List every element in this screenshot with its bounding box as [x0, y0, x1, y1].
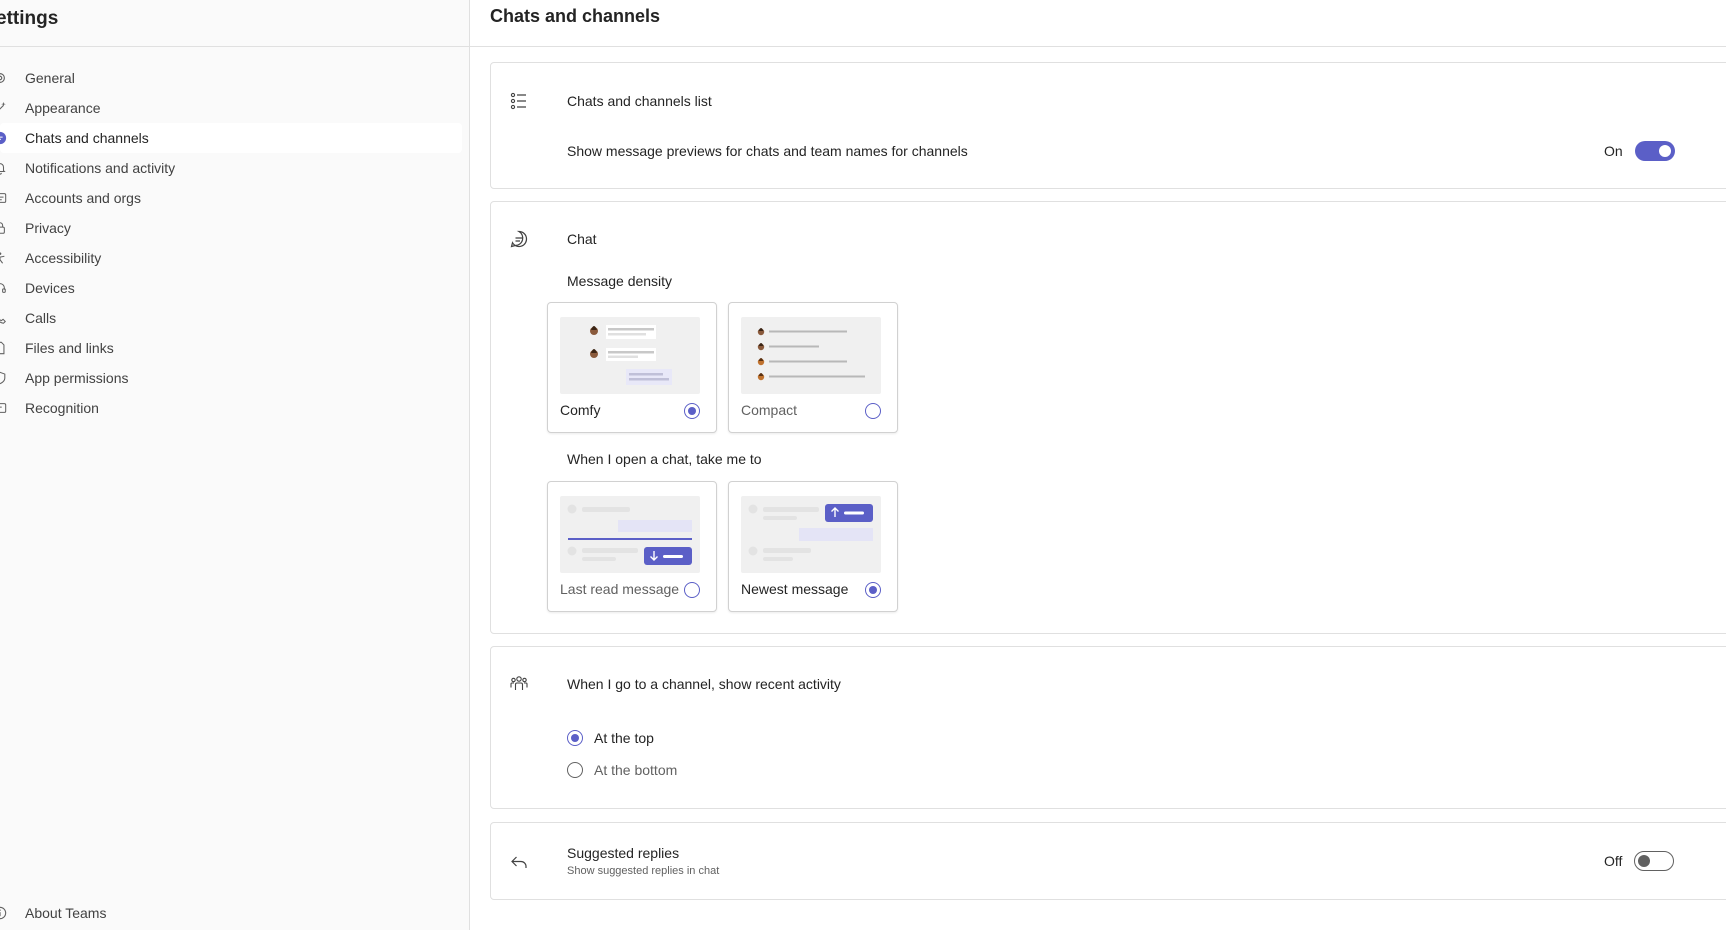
bottom-radio[interactable]	[567, 762, 583, 778]
about-section: About Teams	[0, 898, 462, 928]
section-heading: Chat	[567, 231, 597, 247]
option-label: Newest message	[741, 581, 849, 597]
channel-option-top[interactable]: At the top	[567, 730, 654, 746]
channel-option-bottom[interactable]: At the bottom	[567, 762, 677, 778]
sidebar-item-label: Chats and channels	[25, 130, 149, 146]
density-option-compact[interactable]: Compact	[728, 302, 898, 433]
last-read-preview	[560, 496, 700, 573]
sidebar-item-notifications[interactable]: Notifications and activity	[0, 153, 462, 183]
message-previews-toggle[interactable]	[1634, 141, 1675, 161]
density-option-comfy[interactable]: Comfy	[547, 302, 717, 433]
open-chat-label: When I open a chat, take me to	[567, 451, 762, 467]
magic-wand-icon	[0, 101, 7, 115]
sidebar-item-label: About Teams	[25, 905, 107, 921]
compact-radio[interactable]	[865, 403, 881, 419]
sidebar-item-label: Privacy	[25, 220, 71, 236]
reply-arrow-icon	[509, 852, 529, 872]
suggested-replies-toggle-group: Off	[1604, 851, 1675, 871]
bulleted-list-icon	[509, 91, 529, 111]
option-label: Comfy	[560, 402, 601, 418]
chat-icon	[0, 131, 7, 145]
info-icon	[0, 906, 7, 920]
people-team-icon	[509, 673, 529, 693]
sidebar-item-label: App permissions	[25, 370, 129, 386]
document-icon	[0, 341, 7, 355]
suggested-replies-toggle[interactable]	[1634, 851, 1675, 871]
sidebar-item-privacy[interactable]: Privacy	[0, 213, 462, 243]
sidebar-item-label: Notifications and activity	[25, 160, 176, 176]
chat-bubble-icon	[509, 229, 529, 249]
toggle-knob	[1638, 855, 1651, 867]
section-subtext: Show suggested replies in chat	[567, 865, 720, 877]
comfy-radio[interactable]	[684, 403, 700, 419]
settings-nav: General Appearance Chats and channels No…	[0, 63, 462, 423]
headset-icon	[0, 281, 7, 295]
ribbon-icon	[0, 401, 7, 415]
option-label: At the bottom	[594, 762, 678, 778]
sidebar-item-about-teams[interactable]: About Teams	[0, 898, 462, 928]
sidebar-title: ettings	[0, 8, 59, 29]
last-read-radio[interactable]	[684, 582, 700, 598]
settings-main: Chats and channels Chats and channels li…	[470, 0, 1726, 930]
sidebar-item-label: Devices	[25, 280, 75, 296]
comfy-preview	[560, 317, 700, 394]
shield-icon	[0, 371, 7, 385]
chats-channels-list-card: Chats and channels list Show message pre…	[490, 62, 1726, 189]
sidebar-item-accounts[interactable]: Accounts and orgs	[0, 183, 462, 213]
section-heading: Suggested replies	[567, 845, 680, 861]
toggle-state-label: Off	[1604, 853, 1623, 869]
toggle-knob	[1658, 145, 1671, 157]
sidebar-item-devices[interactable]: Devices	[0, 273, 462, 303]
lock-icon	[0, 221, 7, 235]
sidebar-item-calls[interactable]: Calls	[0, 303, 462, 333]
suggested-replies-card: Suggested replies Show suggested replies…	[490, 822, 1726, 900]
sidebar-item-label: Accounts and orgs	[25, 190, 141, 206]
chat-card: Chat Message density Comfy Compact When …	[490, 201, 1726, 634]
newest-preview	[741, 496, 881, 573]
contact-card-icon	[0, 191, 7, 205]
section-heading: Chats and channels list	[567, 93, 712, 109]
top-radio[interactable]	[567, 730, 583, 746]
bell-icon	[0, 161, 7, 175]
sidebar-item-appearance[interactable]: Appearance	[0, 93, 462, 123]
open-option-newest[interactable]: Newest message	[728, 481, 898, 612]
gear-icon	[0, 71, 7, 85]
accessibility-icon	[0, 251, 7, 265]
sidebar-item-recognition[interactable]: Recognition	[0, 393, 462, 423]
message-density-label: Message density	[567, 273, 673, 289]
sidebar-item-general[interactable]: General	[0, 63, 462, 93]
sidebar-item-app-permissions[interactable]: App permissions	[0, 363, 462, 393]
option-label: Compact	[741, 402, 798, 418]
option-label: Last read message	[560, 581, 680, 597]
toggle-state-label: On	[1604, 143, 1623, 159]
sidebar-item-chats-and-channels[interactable]: Chats and channels	[0, 123, 462, 153]
sidebar-item-label: Accessibility	[25, 250, 102, 266]
sidebar-item-label: Appearance	[25, 100, 101, 116]
channel-activity-card: When I go to a channel, show recent acti…	[490, 646, 1726, 809]
compact-preview	[741, 317, 881, 394]
phone-icon	[0, 311, 7, 325]
divider	[0, 46, 470, 47]
option-label: At the top	[594, 730, 654, 746]
message-previews-label: Show message previews for chats and team…	[567, 143, 968, 159]
sidebar-item-label: Calls	[25, 310, 57, 326]
newest-radio[interactable]	[865, 582, 881, 598]
divider	[470, 46, 1726, 47]
settings-sidebar: ettings General Appearance Chats and cha…	[0, 0, 470, 930]
sidebar-item-label: Recognition	[25, 400, 99, 416]
message-previews-toggle-group: On	[1604, 141, 1675, 161]
sidebar-item-label: General	[25, 70, 75, 86]
sidebar-item-label: Files and links	[25, 340, 114, 356]
sidebar-item-files[interactable]: Files and links	[0, 333, 462, 363]
sidebar-item-accessibility[interactable]: Accessibility	[0, 243, 462, 273]
open-option-last-read[interactable]: Last read message	[547, 481, 717, 612]
page-title: Chats and channels	[490, 6, 661, 26]
section-heading: When I go to a channel, show recent acti…	[567, 676, 841, 692]
